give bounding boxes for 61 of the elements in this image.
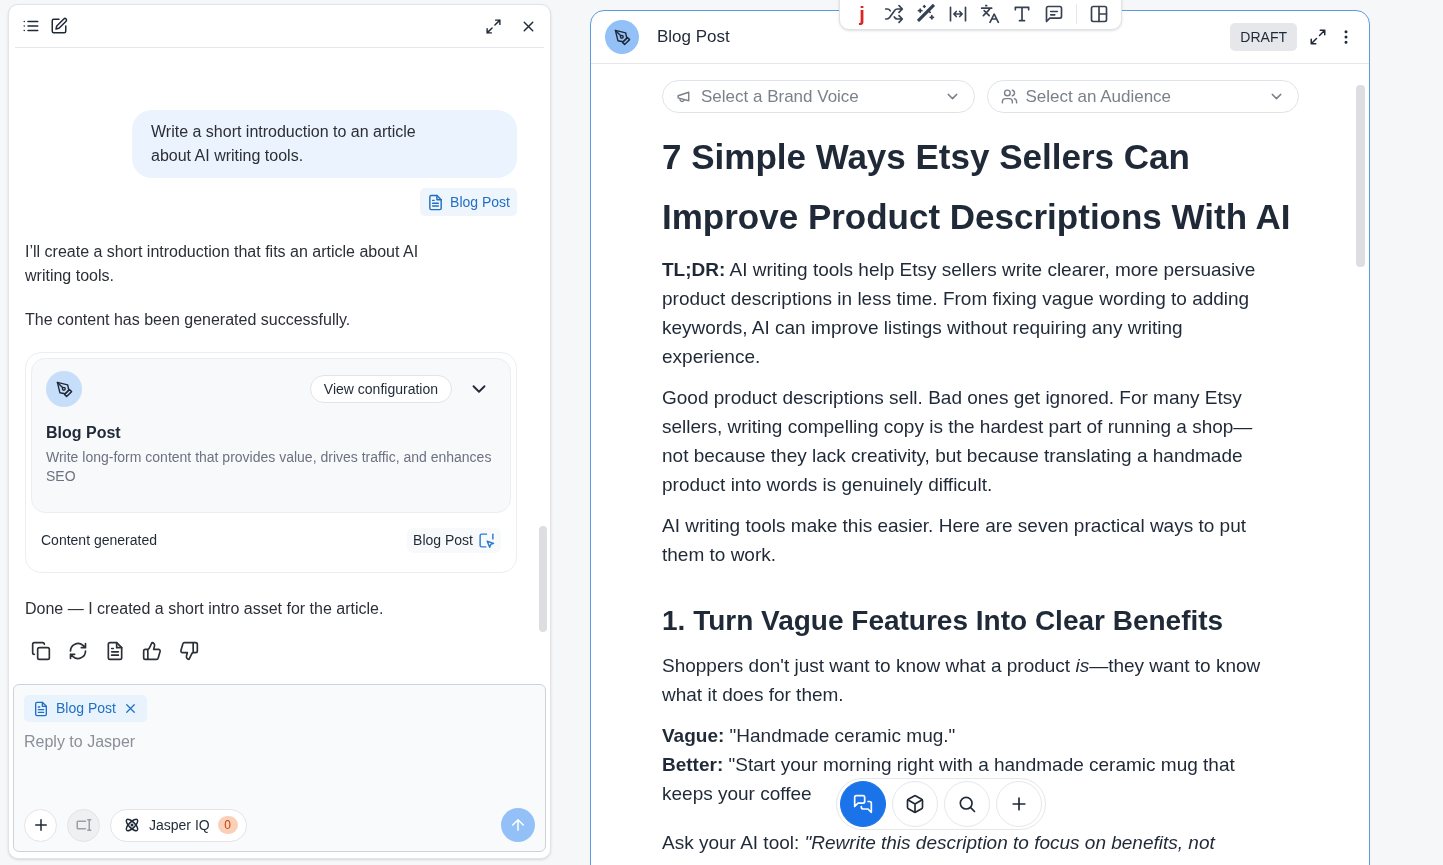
paragraph: Vague: "Handmade ceramic mug.": [662, 724, 957, 748]
width-icon[interactable]: [948, 4, 968, 24]
pen-icon: [46, 371, 82, 407]
people-icon: [1000, 88, 1018, 105]
count-badge: 0: [217, 816, 238, 834]
section-heading: 1. Turn Vague Features Into Clear Benefits: [662, 604, 1225, 638]
text-icon[interactable]: [1012, 4, 1032, 24]
paragraph: AI writing tools make this easier. Here are seven practical ways to put them to work.: [662, 514, 1247, 567]
atom-icon: [123, 816, 141, 834]
paragraph: Good product descriptions sell. Bad ones get ignored. For many Etsy sellers, writing compelling copy is the hardest part of running a shop—not because they lack creativity, but because translating a handmade product into words is genuinely difficult.: [662, 386, 1254, 497]
status-badge: DRAFT: [1230, 23, 1297, 51]
search-button[interactable]: [944, 781, 990, 827]
layout-icon[interactable]: [1089, 4, 1109, 24]
thumbs-down-icon[interactable]: [179, 641, 199, 661]
assistant-message: The content has been generated successfully.: [25, 310, 352, 330]
asset-title: Blog Post: [46, 423, 122, 443]
cube-icon: [905, 794, 925, 814]
expand-icon[interactable]: [1309, 28, 1327, 46]
refresh-icon[interactable]: [68, 641, 88, 661]
paragraph: Ask your AI tool: "Rewrite this description to focus on benefits, not: [662, 831, 1217, 855]
paragraph: Better: "Start your morning right with a handmade ceramic mug that: [662, 753, 1235, 777]
comment-icon[interactable]: [1044, 4, 1064, 24]
chat-button[interactable]: [840, 781, 886, 827]
add-button[interactable]: [24, 808, 57, 842]
assistant-message: Done — I created a short intro asset for the article.: [25, 599, 385, 619]
reply-field[interactable]: Blog Post Reply to Jasper Jasper IQ 0: [13, 684, 546, 852]
paragraph: TL;DR: AI writing tools help Etsy sellers write clearer, more persuasive product descriptions in less time. From fixing vague wording to adding keywords, AI can improve listings without requiring any writing experience.: [662, 258, 1257, 369]
assistant-message: I’ll create a short introduction that fits an article about AI writing tools.: [25, 242, 420, 286]
translate-icon[interactable]: [980, 4, 1000, 24]
chat-icon: [853, 794, 873, 814]
cube-button[interactable]: [892, 781, 938, 827]
scrollbar-thumb[interactable]: [539, 526, 547, 632]
edit-icon[interactable]: [50, 17, 68, 35]
attachment-chip[interactable]: Blog Post: [420, 188, 517, 216]
document-icon: [427, 193, 445, 211]
document-icon: [33, 700, 49, 717]
magic-wand-icon[interactable]: [916, 4, 936, 24]
cursor-icon: [478, 531, 495, 549]
text-cursor-icon: [74, 816, 93, 834]
open-asset-link[interactable]: Blog Post: [407, 527, 501, 553]
scrollbar-thumb[interactable]: [1356, 85, 1365, 267]
asset-status: Content generated: [41, 530, 157, 550]
context-chip[interactable]: Blog Post: [24, 695, 147, 722]
article-title: 7 Simple Ways Etsy Sellers Can Improve Product Descriptions With AI: [662, 136, 1292, 238]
search-icon: [957, 794, 977, 814]
document-title: Blog Post: [657, 26, 730, 49]
document-icon[interactable]: [105, 641, 125, 661]
pen-icon: [605, 20, 639, 54]
paragraph: Shoppers don't just want to know what a product is—they want to know what it does for them.: [662, 654, 1262, 707]
view-configuration-button[interactable]: View configuration: [309, 375, 452, 403]
add-button[interactable]: [996, 781, 1042, 827]
expand-icon[interactable]: [485, 17, 502, 35]
shuffle-icon[interactable]: [884, 4, 904, 24]
thumbs-up-icon[interactable]: [142, 641, 162, 661]
user-message: Write a short introduction to an article about AI writing tools.: [132, 110, 517, 178]
asset-description: Write long-form content that provides value, drives traffic, and enhances SEO: [46, 448, 493, 486]
copy-icon[interactable]: [31, 641, 51, 661]
arrow-up-icon: [509, 816, 527, 834]
paragraph: keeps your coffee: [662, 782, 812, 806]
logo-letter[interactable]: j: [852, 4, 872, 24]
jasper-iq-button[interactable]: Jasper IQ 0: [110, 808, 247, 842]
